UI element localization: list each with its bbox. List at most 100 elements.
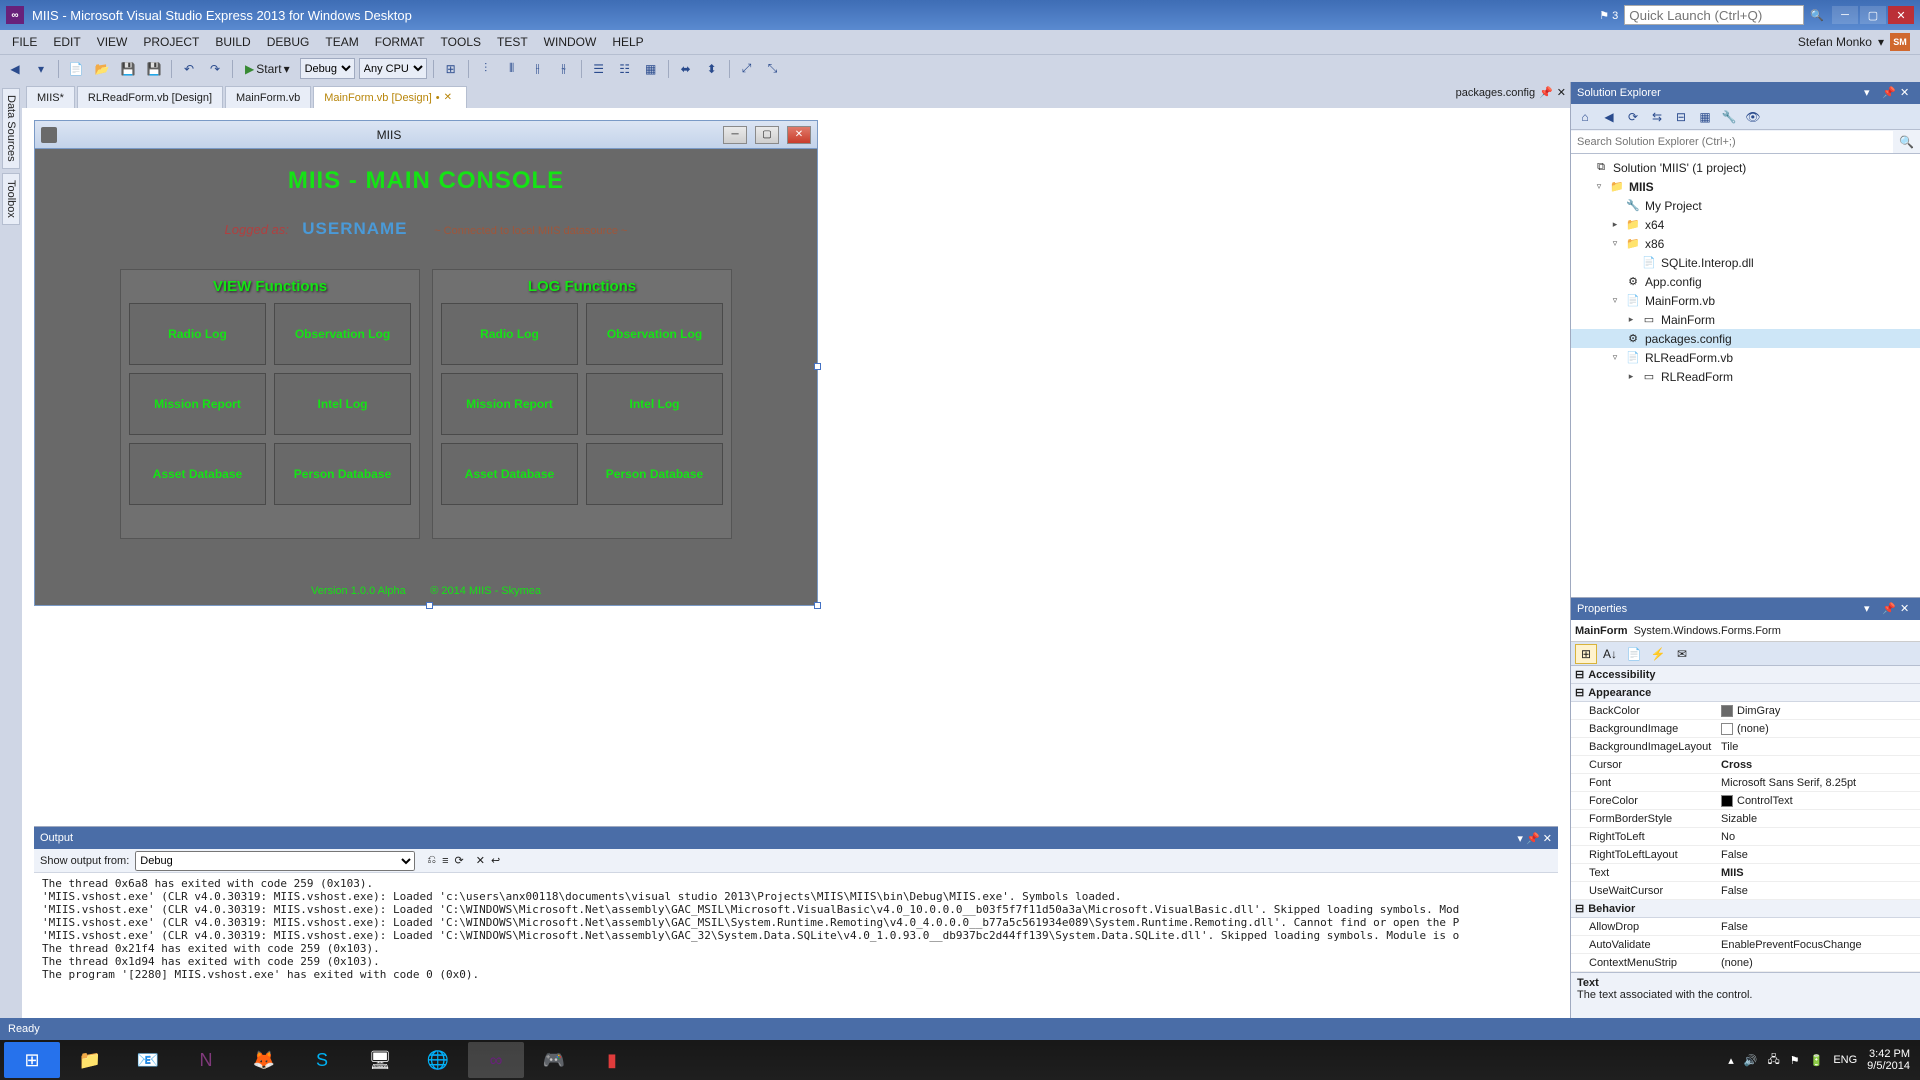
se-sync-button[interactable]: ⇆ [1647,107,1667,127]
open-file-button[interactable]: 📂 [91,58,113,80]
side-tab-toolbox[interactable]: Toolbox [2,173,20,225]
output-pin-icon[interactable]: 📌 [1526,833,1540,845]
start-debug-button[interactable]: ▶ Start ▾ [239,60,296,78]
doc-tab[interactable]: MainForm.vb [225,86,311,108]
skype-app[interactable]: S [294,1042,350,1078]
menu-view[interactable]: VIEW [89,32,136,52]
prop-row[interactable]: CursorCross [1571,756,1920,774]
tree-expander-icon[interactable]: ▸ [1625,371,1637,382]
prop-value[interactable]: MIIS [1721,867,1920,879]
form-button-intel-log[interactable]: Intel Log [274,373,411,435]
menu-tools[interactable]: TOOLS [433,32,489,52]
menu-project[interactable]: PROJECT [135,32,207,52]
prop-row[interactable]: ForeColorControlText [1571,792,1920,810]
prop-value[interactable]: False [1721,849,1920,861]
preview-tab[interactable]: packages.config [1456,87,1536,99]
prop-cat-expander-icon[interactable]: ⊟ [1575,686,1584,699]
tray-flag-icon[interactable]: ⚑ [1790,1054,1800,1067]
prop-value[interactable]: EnablePreventFocusChange [1721,939,1920,951]
undo-button[interactable]: ↶ [178,58,200,80]
tree-expander-icon[interactable]: ▿ [1609,238,1621,249]
menu-team[interactable]: TEAM [317,32,366,52]
tree-item[interactable]: ▿📁MIIS [1571,177,1920,196]
se-collapse-button[interactable]: ⊟ [1671,107,1691,127]
tree-item[interactable]: ▿📁x86 [1571,234,1920,253]
form-button-mission-report[interactable]: Mission Report [129,373,266,435]
prop-value[interactable]: False [1721,885,1920,897]
tray-chevron-icon[interactable]: ▴ [1728,1054,1734,1067]
se-search-icon[interactable]: 🔍 [1893,135,1920,149]
form-button-radio-log[interactable]: Radio Log [441,303,578,365]
tree-item[interactable]: ⧉Solution 'MIIS' (1 project) [1571,158,1920,177]
tree-item[interactable]: ▸▭MainForm [1571,310,1920,329]
app-unknown-2[interactable]: 🎮 [526,1042,582,1078]
layout-btn-11[interactable]: ⤡ [762,58,784,80]
form-button-person-database[interactable]: Person Database [274,443,411,505]
output-close-icon[interactable]: ✕ [1543,833,1552,845]
close-tab-button[interactable]: ✕ [444,92,456,104]
tree-item[interactable]: ▸📁x64 [1571,215,1920,234]
designer-form[interactable]: MIIS ─ ▢ ✕ MIIS - MAIN CONSOLE Logged as… [34,120,818,606]
prop-value[interactable]: Microsoft Sans Serif, 8.25pt [1721,777,1920,789]
prop-value[interactable]: Tile [1721,741,1920,753]
tree-expander-icon[interactable]: ▿ [1593,181,1605,192]
prop-row[interactable]: RightToLeftNo [1571,828,1920,846]
tree-item[interactable]: ⚙App.config [1571,272,1920,291]
prop-cat-expander-icon[interactable]: ⊟ [1575,902,1584,915]
tree-expander-icon[interactable]: ▸ [1609,219,1621,230]
form-button-observation-log[interactable]: Observation Log [274,303,411,365]
prop-categorized-button[interactable]: ⊞ [1575,644,1597,664]
prop-row[interactable]: UseWaitCursorFalse [1571,882,1920,900]
layout-btn-2[interactable]: ⫴ [501,58,523,80]
save-all-button[interactable]: 💾 [143,58,165,80]
menu-build[interactable]: BUILD [207,32,258,52]
form-button-person-database[interactable]: Person Database [586,443,723,505]
user-menu-chevron-icon[interactable]: ▾ [1878,35,1884,49]
form-button-asset-database[interactable]: Asset Database [129,443,266,505]
prop-row[interactable]: BackgroundImage(none) [1571,720,1920,738]
doc-tab[interactable]: MIIS* [26,86,75,108]
output-wrap-button[interactable]: ↩ [491,854,500,867]
tree-expander-icon[interactable]: ▿ [1609,352,1621,363]
layout-btn-1[interactable]: ⫶ [475,58,497,80]
menu-format[interactable]: FORMAT [367,32,433,52]
align-button[interactable]: ⊞ [440,58,462,80]
redo-button[interactable]: ↷ [204,58,226,80]
prop-row[interactable]: BackgroundImageLayoutTile [1571,738,1920,756]
prop-row[interactable]: ContextMenuStrip(none) [1571,954,1920,972]
prop-value[interactable]: ControlText [1721,795,1920,807]
nav-fwd-button[interactable]: ▾ [30,58,52,80]
menu-window[interactable]: WINDOW [536,32,605,52]
tree-expander-icon[interactable]: ▸ [1625,314,1637,325]
doc-tab[interactable]: RLReadForm.vb [Design] [77,86,223,108]
save-button[interactable]: 💾 [117,58,139,80]
chrome-app[interactable]: 🌐 [410,1042,466,1078]
prop-row[interactable]: FontMicrosoft Sans Serif, 8.25pt [1571,774,1920,792]
prop-alpha-button[interactable]: A↓ [1599,644,1621,664]
form-button-radio-log[interactable]: Radio Log [129,303,266,365]
menu-edit[interactable]: EDIT [45,32,88,52]
tree-expander-icon[interactable]: ▿ [1609,295,1621,306]
close-button[interactable]: ✕ [1888,6,1914,24]
nav-back-button[interactable]: ◀ [4,58,26,80]
tree-item[interactable]: ▿📄RLReadForm.vb [1571,348,1920,367]
tree-item[interactable]: 🔧My Project [1571,196,1920,215]
menu-file[interactable]: FILE [4,32,45,52]
onenote-app[interactable]: N [178,1042,234,1078]
prop-value[interactable]: Cross [1721,759,1920,771]
firefox-app[interactable]: 🦊 [236,1042,292,1078]
config-select[interactable]: Debug [300,58,355,79]
tree-item[interactable]: ▿📄MainForm.vb [1571,291,1920,310]
se-back-button[interactable]: ◀ [1599,107,1619,127]
maximize-button[interactable]: ▢ [1860,6,1886,24]
resize-handle-corner[interactable] [814,602,821,609]
layout-btn-4[interactable]: ⫳ [553,58,575,80]
se-properties-button[interactable]: 🔧 [1719,107,1739,127]
layout-btn-6[interactable]: ☷ [614,58,636,80]
se-search-input[interactable] [1571,131,1893,153]
quick-launch-input[interactable] [1624,5,1804,25]
tray-battery-icon[interactable]: 🔋 [1810,1054,1824,1067]
form-minimize-button[interactable]: ─ [723,126,747,144]
layout-btn-10[interactable]: ⤢ [736,58,758,80]
notification-flag-icon[interactable]: ⚑ 3 [1599,9,1618,22]
